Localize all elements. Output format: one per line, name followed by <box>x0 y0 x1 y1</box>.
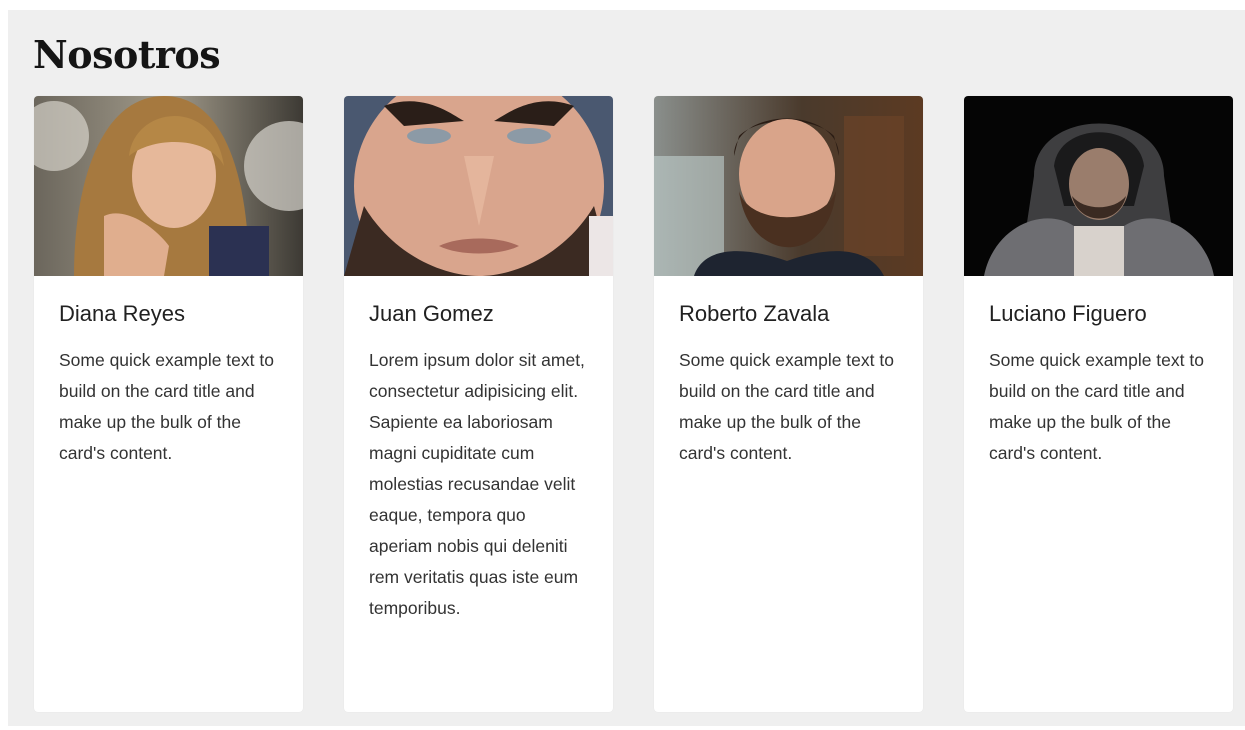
card-text: Some quick example text to build on the … <box>59 350 274 464</box>
card-title: Juan Gomez <box>369 301 494 326</box>
team-card: Diana Reyes Some quick example text to b… <box>34 96 303 712</box>
team-card: Juan Gomez Lorem ipsum dolor sit amet, c… <box>344 96 613 712</box>
card-title: Roberto Zavala <box>679 301 830 326</box>
about-section: Nosotros Diana Reyes Some quick example … <box>8 10 1245 726</box>
card-text: Some quick example text to build on the … <box>679 350 894 464</box>
bearded-man-portrait-photo <box>654 96 923 276</box>
card-title: Diana Reyes <box>59 301 185 326</box>
card-text: Lorem ipsum dolor sit amet, consectetur … <box>369 350 585 619</box>
card-text: Some quick example text to build on the … <box>989 350 1204 464</box>
card-title: Luciano Figuero <box>989 301 1147 326</box>
hooded-man-photo <box>964 96 1233 276</box>
team-card: Luciano Figuero Some quick example text … <box>964 96 1233 712</box>
bearded-man-closeup-photo <box>344 96 613 276</box>
team-cards: Diana Reyes Some quick example text to b… <box>34 96 1233 712</box>
section-title: Nosotros <box>33 32 221 77</box>
team-card: Roberto Zavala Some quick example text t… <box>654 96 923 712</box>
woman-portrait-photo <box>34 96 303 276</box>
